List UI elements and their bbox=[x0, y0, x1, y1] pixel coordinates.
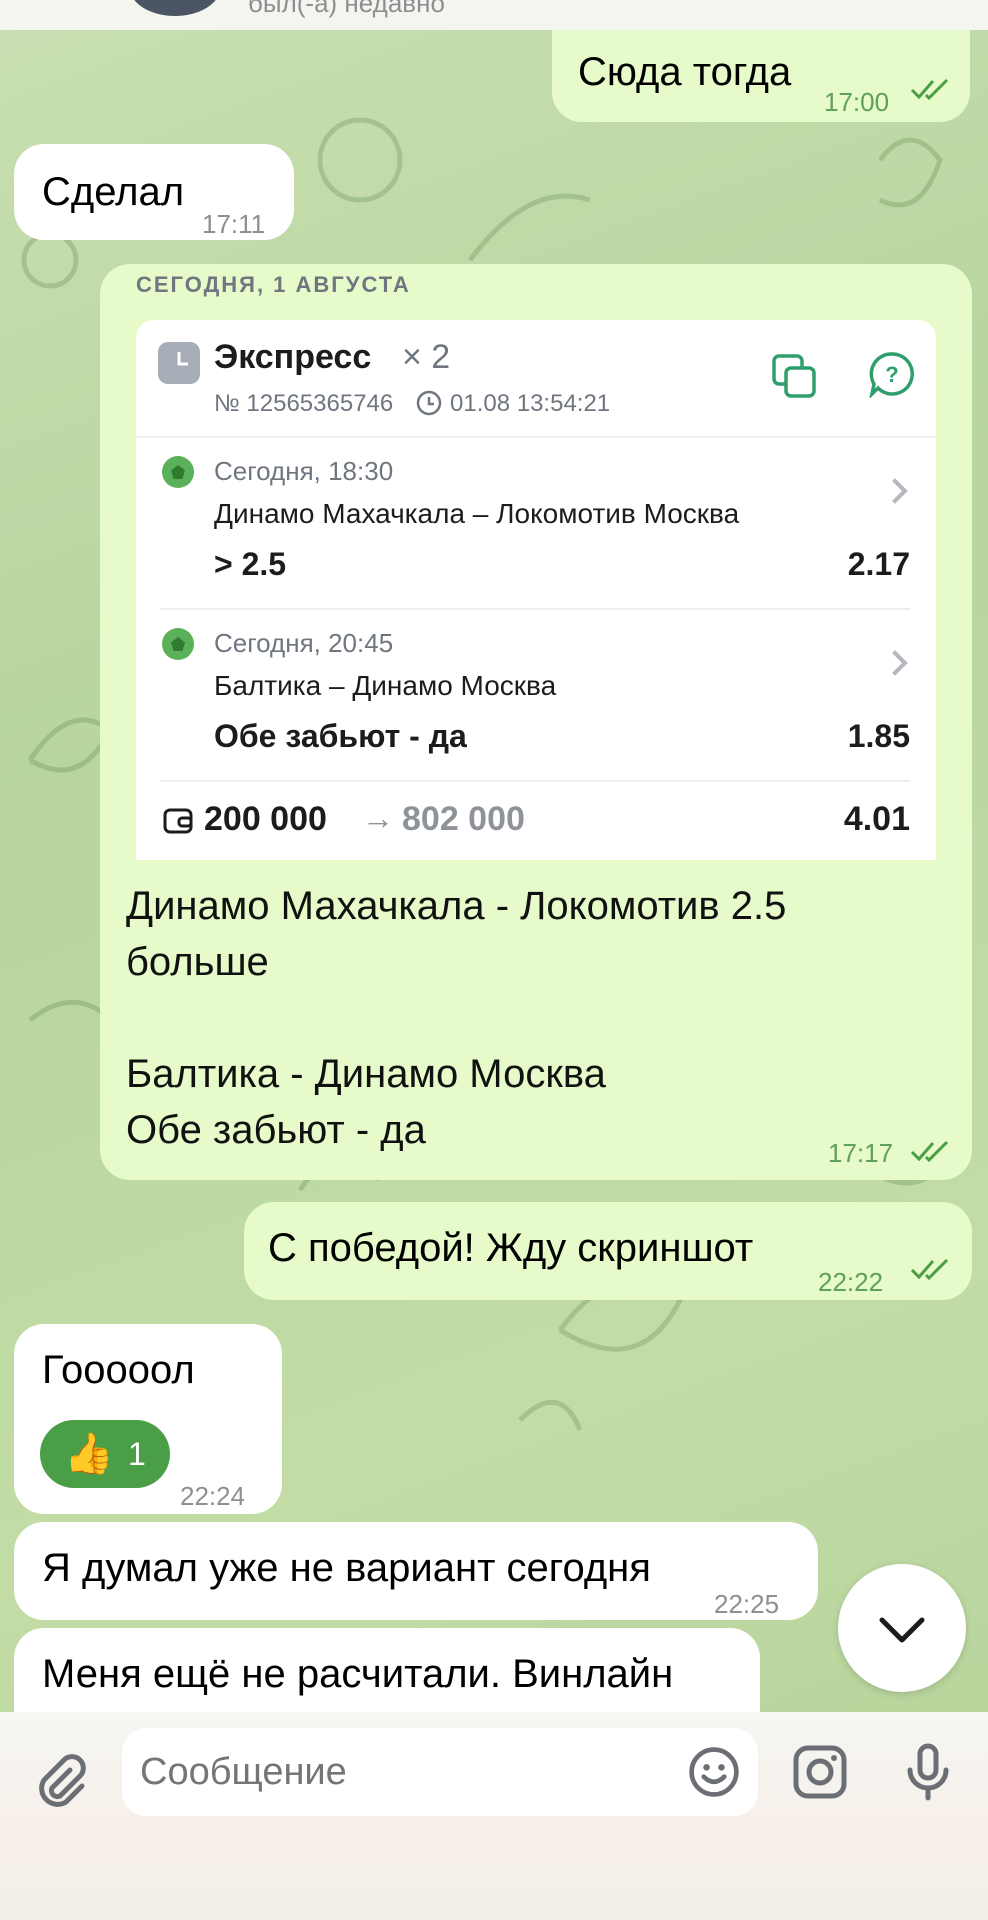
scroll-down-button[interactable] bbox=[838, 1564, 966, 1692]
message-time: 22:24 bbox=[180, 1481, 246, 1511]
message-text: Гооооол bbox=[42, 1348, 195, 1392]
message-text: Сделал bbox=[42, 170, 185, 214]
event-time: Сегодня, 18:30 bbox=[214, 456, 394, 486]
double-check-icon bbox=[910, 78, 949, 100]
arrow-icon: → bbox=[362, 800, 394, 836]
event-match: Динамо Махачкала – Локомотив Москва bbox=[214, 498, 740, 529]
avatar[interactable] bbox=[130, 0, 220, 16]
paperclip-icon[interactable] bbox=[30, 1752, 90, 1812]
help-icon[interactable]: ? bbox=[868, 350, 916, 398]
football-icon bbox=[162, 628, 194, 660]
event-match: Балтика – Динамо Москва bbox=[214, 670, 557, 701]
message-incoming[interactable]: Я думал уже не вариант сегодня 22:25 bbox=[14, 1522, 818, 1620]
bet-payout: 802 000 bbox=[402, 800, 525, 838]
message-time: 22:25 bbox=[714, 1589, 780, 1619]
bet-number: № 12565365746 bbox=[214, 390, 394, 417]
bet-slip-card[interactable]: Экспресс × 2 № 12565365746 01.08 13:54:2… bbox=[136, 320, 936, 860]
bet-title: Экспресс bbox=[214, 338, 372, 376]
event-pick: Обе забьют - да bbox=[214, 718, 467, 754]
message-outgoing[interactable]: С победой! Жду скриншот 22:22 bbox=[244, 1202, 972, 1300]
bet-event-row[interactable]: Сегодня, 18:30 Динамо Махачкала – Локомо… bbox=[136, 438, 936, 608]
composer-bar bbox=[0, 1712, 988, 1920]
caption-line: Обе забьют - да bbox=[126, 1108, 426, 1152]
microphone-icon[interactable] bbox=[898, 1742, 958, 1802]
message-outgoing[interactable]: Сюда тогда 17:00 bbox=[552, 30, 970, 122]
clock-icon bbox=[158, 342, 200, 384]
copy-icon[interactable] bbox=[770, 352, 818, 400]
bet-event-row[interactable]: Сегодня, 20:45 Балтика – Динамо Москва О… bbox=[136, 610, 936, 780]
message-caption: Динамо Махачкала - Локомотив 2.5 больше … bbox=[126, 878, 786, 1158]
clock-icon bbox=[416, 390, 442, 416]
event-time: Сегодня, 20:45 bbox=[214, 628, 394, 658]
message-text: Меня ещё не расчитали. Винлайн bbox=[42, 1652, 674, 1696]
event-pick: > 2.5 bbox=[214, 546, 287, 582]
caption-line: Динамо Махачкала - Локомотив 2.5 bbox=[126, 884, 787, 928]
message-time: 17:11 bbox=[202, 209, 266, 239]
bet-date-header: СЕГОДНЯ, 1 АВГУСТА bbox=[136, 272, 411, 297]
bet-multiplier: × 2 bbox=[402, 338, 451, 376]
reaction-count: 1 bbox=[128, 1436, 146, 1472]
message-input[interactable] bbox=[122, 1728, 758, 1816]
bet-datetime: 01.08 13:54:21 bbox=[450, 390, 611, 417]
message-time: 17:17 bbox=[828, 1138, 894, 1168]
message-field[interactable] bbox=[138, 1742, 662, 1802]
thumbs-up-icon: 👍 bbox=[64, 1432, 114, 1476]
caption-line: Балтика - Динамо Москва bbox=[126, 1052, 606, 1096]
emoji-icon[interactable] bbox=[686, 1744, 742, 1800]
chevron-right-icon bbox=[882, 650, 908, 676]
event-odds: 1.85 bbox=[847, 718, 910, 754]
double-check-icon bbox=[910, 1140, 949, 1162]
message-time: 22:22 bbox=[818, 1267, 884, 1297]
chevron-right-icon bbox=[882, 478, 908, 504]
caption-line: больше bbox=[126, 940, 269, 984]
chevron-down-icon bbox=[879, 1617, 925, 1643]
bet-total-odds: 4.01 bbox=[843, 800, 910, 838]
message-time: 17:00 bbox=[824, 87, 890, 117]
svg-text:?: ? bbox=[885, 362, 898, 387]
football-icon bbox=[162, 456, 194, 488]
wallet-icon bbox=[163, 808, 193, 834]
message-incoming[interactable]: Гооооол 👍 1 22:24 bbox=[14, 1324, 282, 1514]
reaction-chip[interactable]: 👍 1 bbox=[40, 1420, 170, 1488]
message-incoming[interactable]: Сделал 17:11 bbox=[14, 144, 294, 240]
double-check-icon bbox=[910, 1258, 949, 1280]
message-text: Я думал уже не вариант сегодня bbox=[42, 1546, 651, 1590]
chat-header: был(-а) недавно bbox=[0, 0, 988, 30]
message-text: Сюда тогда bbox=[578, 50, 792, 94]
message-text: С победой! Жду скриншот bbox=[268, 1226, 754, 1270]
event-odds: 2.17 bbox=[847, 546, 910, 582]
camera-icon[interactable] bbox=[790, 1742, 850, 1802]
contact-status: был(-а) недавно bbox=[248, 0, 445, 18]
bet-stake: 200 000 bbox=[204, 800, 327, 838]
